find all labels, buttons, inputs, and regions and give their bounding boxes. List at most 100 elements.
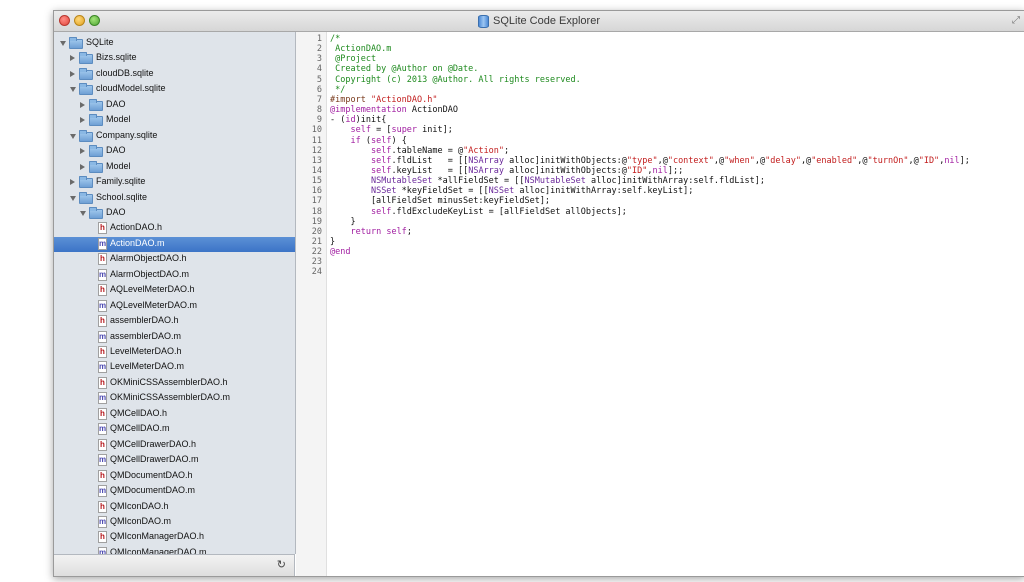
code-token: [allFieldSet minusSet:keyFieldSet]; [330, 196, 551, 207]
tree-item-label: ActionDAO.h [110, 222, 163, 233]
code-token: init]; [417, 125, 453, 136]
tree-file-row[interactable]: m AQLevelMeterDAO.m [54, 299, 295, 314]
tree-file-row[interactable]: h ActionDAO.h [54, 221, 295, 236]
code-token: ( [360, 135, 371, 146]
tree-file-row[interactable]: m QMDocumentDAO.m [54, 484, 295, 499]
disclosure-open-icon[interactable] [70, 87, 76, 93]
tree-folder-row[interactable]: SQLite [54, 36, 295, 51]
tree-item-label: Model [106, 160, 131, 171]
tree-folder-row[interactable]: Company.sqlite [54, 129, 295, 144]
folder-icon [79, 176, 93, 189]
line-number: 8 [316, 105, 322, 116]
line-number: 20 [311, 226, 322, 237]
disclosure-closed-icon[interactable] [70, 179, 75, 186]
code-token: id [345, 115, 356, 126]
tree-file-row[interactable]: m AlarmObjectDAO.m [54, 268, 295, 283]
tree-file-row[interactable]: m LevelMeterDAO.m [54, 360, 295, 375]
implementation-file-icon: m [98, 454, 107, 467]
code-token: ];; [667, 165, 684, 176]
tree-folder-row[interactable]: School.sqlite [54, 191, 295, 206]
disclosure-closed-icon[interactable] [80, 117, 85, 124]
code-token: "type" [626, 155, 658, 166]
tree-file-row[interactable]: m ActionDAO.m [54, 236, 295, 252]
tree-folder-row[interactable]: Family.sqlite [54, 175, 295, 190]
tree-item-label: assemblerDAO.m [110, 330, 182, 341]
tree-file-row[interactable]: h AlarmObjectDAO.h [54, 252, 295, 267]
code-token: self [350, 125, 371, 136]
code-text: Created by @Author on @Date. [330, 64, 478, 74]
code-text: self.fldExcludeKeyList = [allFieldSet al… [330, 207, 627, 217]
title-bar: SQLite Code Explorer ⤢ [54, 11, 1024, 32]
disclosure-open-icon[interactable] [70, 133, 76, 139]
code-token: .fldExcludeKeyList = [allFieldSet allObj… [391, 206, 627, 217]
code-token: "enabled" [811, 155, 858, 166]
implementation-file-icon: m [98, 268, 107, 281]
code-token: .fldList = [[ [391, 155, 469, 166]
tree-file-row[interactable]: h QMIconManagerDAO.h [54, 530, 295, 545]
tree-file-row[interactable]: m QMCellDrawerDAO.m [54, 453, 295, 468]
tree-item-label: AQLevelMeterDAO.m [110, 299, 198, 310]
tree-folder-row[interactable]: Bizs.sqlite [54, 51, 295, 66]
tree-item-label: cloudModel.sqlite [96, 83, 166, 94]
code-token: ,@ [657, 155, 668, 166]
tree-file-row[interactable]: h QMCellDrawerDAO.h [54, 438, 295, 453]
tree-item-label: School.sqlite [96, 191, 148, 202]
disclosure-closed-icon[interactable] [70, 55, 75, 62]
tree-folder-row[interactable]: Model [54, 160, 295, 175]
file-tree-sidebar[interactable]: SQLite Bizs.sqlite cloudDB.sqlite cloudMode… [54, 32, 296, 554]
tree-folder-row[interactable]: DAO [54, 206, 295, 221]
tree-item-label: DAO [106, 98, 126, 109]
tree-file-row[interactable]: h AQLevelMeterDAO.h [54, 283, 295, 298]
tree-file-row[interactable]: m OKMiniCSSAssemblerDAO.m [54, 391, 295, 406]
fullscreen-icon[interactable]: ⤢ [1012, 15, 1020, 26]
tree-file-row[interactable]: m QMCellDAO.m [54, 422, 295, 437]
implementation-file-icon: m [98, 361, 107, 374]
code-token: ; [406, 226, 412, 237]
tree-file-row[interactable]: h QMIconDAO.h [54, 500, 295, 515]
tree-item-label: AlarmObjectDAO.h [110, 253, 187, 264]
disclosure-closed-icon[interactable] [80, 101, 85, 108]
code-editor[interactable]: 1 /* 2 ActionDAO.m 3 @Project 4 Created by @… [296, 32, 1024, 576]
code-token: #import [330, 94, 371, 105]
line-number: 19 [311, 216, 322, 227]
disclosure-closed-icon[interactable] [70, 70, 75, 77]
tree-file-row[interactable]: m assemblerDAO.m [54, 330, 295, 345]
refresh-icon[interactable]: ↻ [277, 558, 286, 571]
tree-folder-row[interactable]: DAO [54, 144, 295, 159]
code-token: */ [330, 84, 346, 95]
code-token: Created by @Author on @Date. [330, 64, 479, 75]
disclosure-closed-icon[interactable] [80, 148, 85, 155]
code-token: self [386, 226, 407, 237]
code-text: #import "ActionDAO.h" [330, 95, 437, 105]
tree-folder-row[interactable]: cloudDB.sqlite [54, 67, 295, 82]
disclosure-closed-icon[interactable] [80, 163, 85, 170]
tree-file-row[interactable]: h assemblerDAO.h [54, 314, 295, 329]
tree-file-row[interactable]: h QMCellDAO.h [54, 407, 295, 422]
code-token: if [350, 135, 361, 146]
header-file-icon: h [98, 346, 107, 358]
tree-file-row[interactable]: m QMIconDAO.m [54, 515, 295, 530]
code-token: ,@ [908, 155, 919, 166]
tree-folder-row[interactable]: DAO [54, 98, 295, 113]
code-token: self [370, 206, 392, 217]
line-number: 22 [311, 247, 322, 258]
disclosure-open-icon[interactable] [60, 41, 66, 46]
folder-icon [79, 67, 93, 80]
code-token: "turnOn" [867, 155, 909, 166]
header-file-icon: h [98, 284, 107, 297]
tree-file-row[interactable]: h QMDocumentDAO.h [54, 469, 295, 484]
tree-folder-row[interactable]: cloudModel.sqlite [54, 82, 295, 97]
code-token: "delay" [765, 155, 801, 166]
tree-folder-row[interactable]: Model [54, 113, 295, 128]
window-title: SQLite Code Explorer [493, 15, 600, 27]
code-token: ,@ [800, 155, 812, 166]
tree-file-row[interactable]: m QMIconManagerDAO.m [54, 546, 295, 554]
disclosure-open-icon[interactable] [80, 210, 86, 216]
tree-file-row[interactable]: h OKMiniCSSAssemblerDAO.h [54, 376, 295, 391]
tree-file-row[interactable]: h LevelMeterDAO.h [54, 345, 295, 360]
disclosure-open-icon[interactable] [70, 195, 76, 201]
